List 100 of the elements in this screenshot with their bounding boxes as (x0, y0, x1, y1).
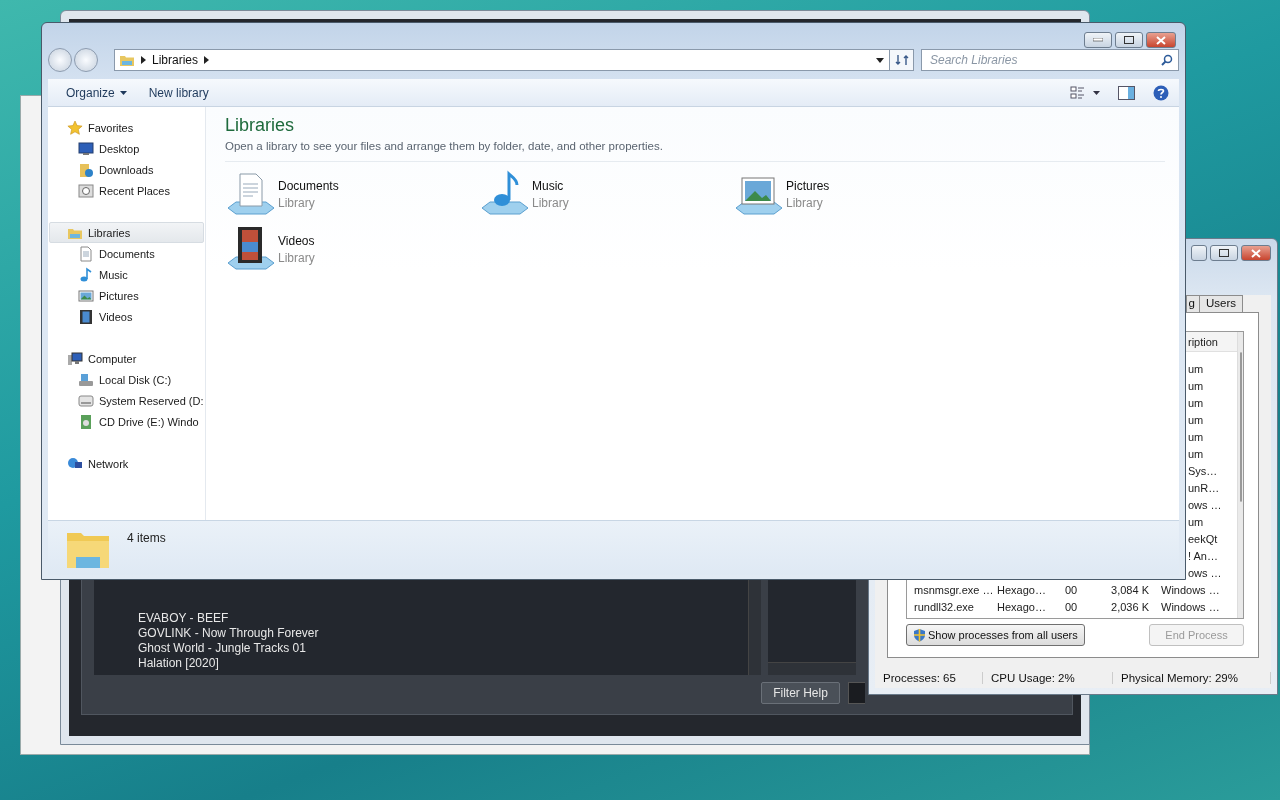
nav-item[interactable]: System Reserved (D: (49, 390, 204, 411)
filter-field[interactable] (848, 682, 865, 704)
table-cell-text: ows … (1187, 498, 1223, 511)
nav-item[interactable]: Music (49, 264, 204, 285)
table-cell-text: Windows … (1160, 583, 1219, 596)
shield-icon (913, 628, 926, 642)
nav-item[interactable]: Desktop (49, 138, 204, 159)
table-cell-text: 00 (1065, 600, 1079, 613)
preview-pane-icon[interactable] (1118, 85, 1135, 100)
scrollbar-thumb[interactable] (1240, 352, 1242, 502)
track-item[interactable]: Halation [2020] (138, 656, 219, 671)
nav-item[interactable]: Local Disk (C:) (49, 369, 204, 390)
refresh-button[interactable] (890, 49, 914, 71)
close-button[interactable] (1146, 32, 1176, 48)
table-cell-text: eekQt (1187, 532, 1219, 545)
table-cell-text: rundll32.exe (913, 600, 975, 613)
close-button[interactable] (1241, 245, 1271, 261)
toolbar-button[interactable]: New library (148, 85, 209, 100)
status-text: Processes: 65 (875, 672, 983, 684)
nav-label: Music (99, 268, 128, 281)
library-name[interactable]: Videos (278, 233, 315, 248)
nav-item[interactable]: Favorites (49, 117, 204, 138)
film-icon (78, 308, 94, 325)
library-name[interactable]: Music (532, 178, 569, 193)
page-heading: Libraries (225, 115, 296, 136)
nav-item[interactable]: Pictures (49, 285, 204, 306)
help-icon[interactable] (1153, 84, 1169, 101)
table-cell-text: 00 (1065, 583, 1079, 596)
music-library-icon (479, 170, 529, 218)
nav-label: Libraries (88, 226, 131, 239)
table-cell-text: um (1187, 515, 1205, 528)
nav-item[interactable]: Computer (49, 348, 204, 369)
address-bar[interactable]: Libraries (114, 49, 890, 71)
minimize-button[interactable] (1084, 32, 1112, 48)
monitor-icon (78, 140, 94, 157)
computer-icon (67, 350, 83, 367)
nav-label: Documents (99, 247, 155, 260)
nav-label: Videos (99, 310, 133, 323)
nav-item[interactable]: CD Drive (E:) Windo (49, 411, 204, 432)
track-item[interactable]: GOVLINK - Now Through Forever (138, 626, 319, 641)
track-item[interactable]: EVABOY - BEEF (138, 611, 229, 626)
star-icon (67, 119, 83, 136)
view-options-icon[interactable] (1070, 85, 1100, 100)
table-cell-text: Windows … (1160, 600, 1219, 613)
nav-label: Pictures (99, 289, 139, 302)
dropdown-icon[interactable] (876, 57, 884, 63)
nav-label: Computer (88, 352, 137, 365)
table-cell-text: ows … (1187, 566, 1223, 579)
maximize-button[interactable] (1210, 245, 1238, 261)
filter-help-button[interactable]: Filter Help (761, 682, 840, 704)
scrollbar[interactable] (748, 580, 761, 675)
button[interactable]: Show processes from all users (906, 624, 1085, 646)
table-cell-text: um (1187, 362, 1205, 375)
nav-item[interactable]: Documents (49, 243, 204, 264)
search-field[interactable]: Search Libraries (921, 49, 1179, 71)
table-cell-text: um (1187, 413, 1205, 426)
breadcrumb-item[interactable]: Libraries (152, 53, 199, 67)
documents-library-icon (225, 170, 275, 218)
nav-label: Network (88, 457, 129, 470)
nav-label: Downloads (99, 163, 154, 176)
library-name[interactable]: Pictures (786, 178, 830, 193)
table-cell-text: 3,084 K (1110, 583, 1149, 596)
nav-item[interactable]: Recent Places (49, 180, 204, 201)
toolbar-button[interactable]: Organize (66, 85, 127, 100)
nav-label: Desktop (99, 142, 140, 155)
hard-drive-icon (78, 371, 94, 388)
track-item[interactable]: Ghost World - Jungle Tracks 01 (138, 641, 306, 656)
back-button[interactable] (48, 48, 72, 72)
search-icon[interactable] (1161, 54, 1173, 66)
library-type: Library (532, 195, 569, 210)
maximize-button[interactable] (1115, 32, 1143, 48)
close-icon (1156, 35, 1166, 45)
status-text: CPU Usage: 2% (983, 672, 1113, 684)
column-header[interactable]: ription (1188, 335, 1218, 348)
table-cell-text: Hexago… (997, 583, 1047, 596)
nav-label: CD Drive (E:) Windo (99, 415, 199, 428)
nav-item[interactable]: Libraries (49, 222, 204, 243)
maximize-icon (1124, 36, 1134, 44)
scrollbar[interactable] (768, 662, 856, 675)
minimize-icon (1093, 38, 1103, 42)
table-cell-text: Hexago… (997, 600, 1047, 613)
videos-library-icon (225, 225, 275, 273)
chevron-icon (204, 56, 210, 64)
nav-label: Local Disk (C:) (99, 373, 172, 386)
library-name[interactable]: Documents (278, 178, 339, 193)
nav-item[interactable]: Downloads (49, 159, 204, 180)
item-count: 4 items (127, 531, 166, 545)
status-text: Physical Memory: 29% (1113, 672, 1271, 684)
minimize-button[interactable] (1191, 245, 1207, 261)
forward-button[interactable] (74, 48, 98, 72)
tab[interactable]: Users (1198, 295, 1243, 312)
library-type: Library (278, 195, 316, 210)
table-cell-text: um (1187, 379, 1205, 392)
nav-item[interactable]: Videos (49, 306, 204, 327)
document-icon (78, 245, 94, 262)
table-cell-text: msnmsgr.exe … (913, 583, 995, 596)
library-type: Library (278, 250, 315, 265)
nav-label: System Reserved (D: (99, 394, 204, 407)
nav-item[interactable]: Network (49, 453, 204, 474)
maximize-icon (1219, 249, 1229, 257)
